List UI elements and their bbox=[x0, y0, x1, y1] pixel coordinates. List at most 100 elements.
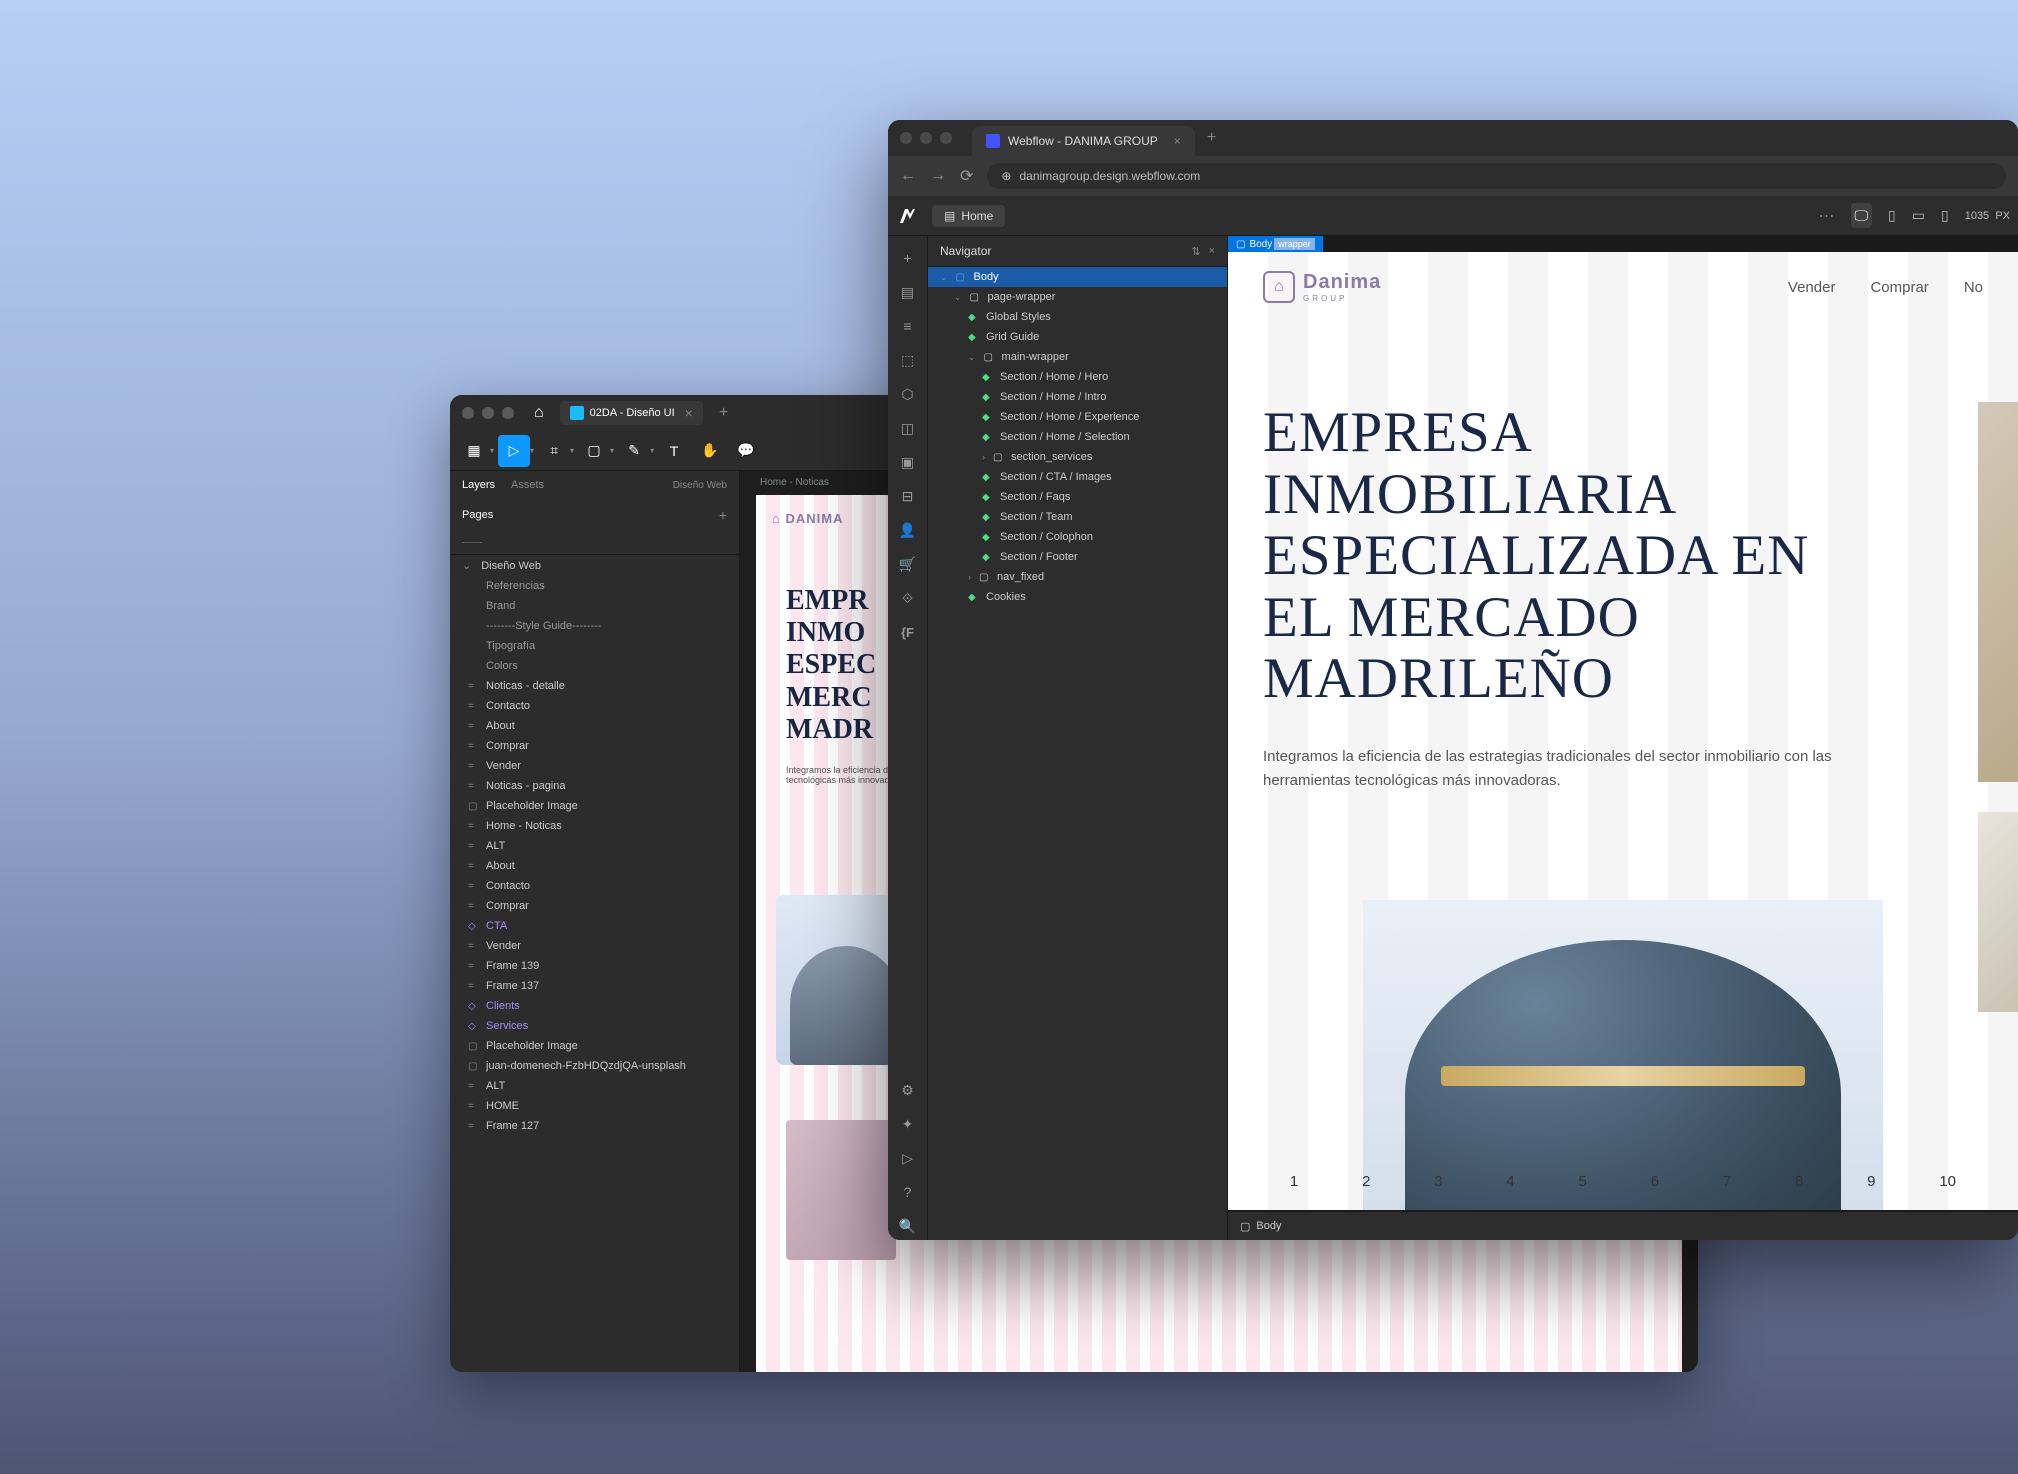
close-tab-icon[interactable]: × bbox=[1174, 134, 1181, 148]
layer-item[interactable]: ▢Placeholder Image bbox=[450, 796, 739, 816]
url-input[interactable]: ⊕ danimagroup.design.webflow.com bbox=[987, 163, 2006, 189]
layer-item[interactable]: =Vender bbox=[450, 756, 739, 776]
layer-item[interactable]: =Comprar bbox=[450, 896, 739, 916]
layer-item[interactable]: =ALT bbox=[450, 836, 739, 856]
browser-tab[interactable]: Webflow - DANIMA GROUP × bbox=[972, 126, 1195, 156]
search-icon[interactable]: 🔍 bbox=[894, 1212, 922, 1240]
desktop-breakpoint-icon[interactable]: 🖵 bbox=[1851, 203, 1873, 228]
layers-tab[interactable]: Layers bbox=[462, 479, 495, 491]
add-page-button[interactable]: + bbox=[719, 507, 727, 523]
variables-icon[interactable]: ⬡ bbox=[894, 380, 922, 408]
layer-item[interactable]: ▢juan-domenech-FzbHDQzdjQA-unsplash bbox=[450, 1056, 739, 1076]
forward-button-icon[interactable]: → bbox=[930, 167, 946, 185]
expand-icon[interactable]: ⌄ bbox=[940, 272, 948, 283]
layer-item[interactable]: =Frame 139 bbox=[450, 956, 739, 976]
layer-item[interactable]: ◇CTA bbox=[450, 916, 739, 936]
nav-tree-item[interactable]: ⌄▢main-wrapper bbox=[928, 347, 1227, 367]
nav-link[interactable]: Comprar bbox=[1870, 279, 1928, 296]
nav-tree-item[interactable]: ◆Grid Guide bbox=[928, 327, 1227, 347]
close-window-icon[interactable] bbox=[462, 407, 474, 419]
page-item[interactable]: Colors bbox=[450, 656, 739, 676]
maximize-window-icon[interactable] bbox=[502, 407, 514, 419]
mobile-landscape-icon[interactable]: ▭ bbox=[1912, 207, 1925, 224]
nav-tree-item[interactable]: ◆Section / Footer bbox=[928, 547, 1227, 567]
hand-tool-icon[interactable]: ✋ bbox=[694, 435, 726, 467]
users-icon[interactable]: 👤 bbox=[894, 516, 922, 544]
style-selectors-icon[interactable]: ◫ bbox=[894, 414, 922, 442]
page-preview[interactable]: ⌂ Danima GROUP VenderComprarNo EMPRESAIN… bbox=[1228, 252, 2018, 1210]
nav-tree-item[interactable]: ◆Cookies bbox=[928, 587, 1227, 607]
move-tool-icon[interactable]: ▷ bbox=[498, 435, 530, 467]
more-icon[interactable]: ⋯ bbox=[1819, 206, 1835, 226]
layer-item[interactable]: =Comprar bbox=[450, 736, 739, 756]
layer-item[interactable]: =Noticas - pagina bbox=[450, 776, 739, 796]
minimize-window-icon[interactable] bbox=[482, 407, 494, 419]
nav-tree-item[interactable]: ⌄▢Body bbox=[928, 267, 1227, 287]
layer-item[interactable]: ◇Services bbox=[450, 1016, 739, 1036]
nav-tree-item[interactable]: ⌄▢page-wrapper bbox=[928, 287, 1227, 307]
nav-tree-item[interactable]: ›▢nav_fixed bbox=[928, 567, 1227, 587]
nav-tree-item[interactable]: ◆Section / Home / Hero bbox=[928, 367, 1227, 387]
layer-item[interactable]: =About bbox=[450, 856, 739, 876]
reload-button-icon[interactable]: ⟳ bbox=[960, 166, 973, 186]
apps-icon[interactable]: {F bbox=[894, 618, 922, 646]
viewport-width[interactable]: 1035 PX bbox=[1965, 210, 2010, 222]
breadcrumb-bar[interactable]: ▢ Body bbox=[1228, 1212, 2018, 1240]
layer-item[interactable]: =ALT bbox=[450, 1076, 739, 1096]
help-icon[interactable]: ? bbox=[894, 1178, 922, 1206]
designer-canvas[interactable]: ▢ Body wrapper ⌂ Danima GROUP VenderComp… bbox=[1228, 236, 2018, 1240]
back-button-icon[interactable]: ← bbox=[900, 167, 916, 185]
nav-tree-item[interactable]: ◆Global Styles bbox=[928, 307, 1227, 327]
assets-icon[interactable]: ▣ bbox=[894, 448, 922, 476]
comment-tool-icon[interactable]: 💬 bbox=[730, 435, 762, 467]
mobile-portrait-icon[interactable]: ▯ bbox=[1941, 207, 1949, 224]
layer-item[interactable]: =Contacto bbox=[450, 696, 739, 716]
pen-tool-icon[interactable]: ✎ bbox=[618, 435, 650, 467]
page-selector-button[interactable]: ▤ Home bbox=[932, 205, 1005, 227]
page-item[interactable]: Diseño Web bbox=[450, 555, 739, 576]
ecommerce-icon[interactable]: 🛒 bbox=[894, 550, 922, 578]
minimize-window-icon[interactable] bbox=[920, 132, 932, 144]
add-element-icon[interactable]: + bbox=[894, 244, 922, 272]
pages-search[interactable]: ⎯⎯⎯⎯ bbox=[450, 531, 739, 555]
video-icon[interactable]: ▷ bbox=[894, 1144, 922, 1172]
close-window-icon[interactable] bbox=[900, 132, 912, 144]
close-panel-icon[interactable]: × bbox=[1209, 245, 1215, 258]
page-item[interactable]: Referencias bbox=[450, 576, 739, 596]
layer-item[interactable]: =Frame 127 bbox=[450, 1116, 739, 1136]
layer-item[interactable]: =Noticas - detalle bbox=[450, 676, 739, 696]
layer-item[interactable]: =Home - Noticas bbox=[450, 816, 739, 836]
nav-tree-item[interactable]: ◆Section / Home / Experience bbox=[928, 407, 1227, 427]
nav-tree-item[interactable]: ›▢section_services bbox=[928, 447, 1227, 467]
logic-icon[interactable]: ⟐ bbox=[894, 584, 922, 612]
page-item[interactable]: Brand bbox=[450, 596, 739, 616]
expand-icon[interactable]: ⌄ bbox=[954, 292, 962, 303]
cms-icon[interactable]: ⊟ bbox=[894, 482, 922, 510]
maximize-window-icon[interactable] bbox=[940, 132, 952, 144]
page-breadcrumb[interactable]: Diseño Web bbox=[673, 480, 727, 491]
assets-tab[interactable]: Assets bbox=[511, 479, 544, 491]
nav-tree-item[interactable]: ◆Section / Home / Intro bbox=[928, 387, 1227, 407]
webflow-logo-icon[interactable] bbox=[896, 202, 924, 230]
expand-icon[interactable]: › bbox=[968, 572, 971, 582]
layer-item[interactable]: =Frame 137 bbox=[450, 976, 739, 996]
layer-item[interactable]: ▢Placeholder Image bbox=[450, 1036, 739, 1056]
pages-panel-icon[interactable]: ▤ bbox=[894, 278, 922, 306]
expand-icon[interactable]: ⌄ bbox=[968, 352, 976, 363]
components-icon[interactable]: ⬚ bbox=[894, 346, 922, 374]
brand[interactable]: ⌂ Danima GROUP bbox=[1263, 271, 1381, 303]
expand-icon[interactable]: › bbox=[982, 452, 985, 462]
page-item[interactable]: Tipografía bbox=[450, 636, 739, 656]
nav-tree-item[interactable]: ◆Section / Faqs bbox=[928, 487, 1227, 507]
layer-item[interactable]: ◇Clients bbox=[450, 996, 739, 1016]
audit-icon[interactable]: ✦ bbox=[894, 1110, 922, 1138]
nav-link[interactable]: No bbox=[1964, 279, 1983, 296]
close-tab-icon[interactable]: × bbox=[685, 405, 693, 421]
main-menu-icon[interactable]: ▦ bbox=[458, 435, 490, 467]
frame-tool-icon[interactable]: ⌗ bbox=[538, 435, 570, 467]
tablet-breakpoint-icon[interactable]: ▯ bbox=[1888, 207, 1896, 224]
figma-tab[interactable]: 02DA - Diseño UI × bbox=[560, 401, 703, 425]
layer-item[interactable]: =Contacto bbox=[450, 876, 739, 896]
nav-tree-item[interactable]: ◆Section / Colophon bbox=[928, 527, 1227, 547]
navigator-icon[interactable]: ≡ bbox=[894, 312, 922, 340]
